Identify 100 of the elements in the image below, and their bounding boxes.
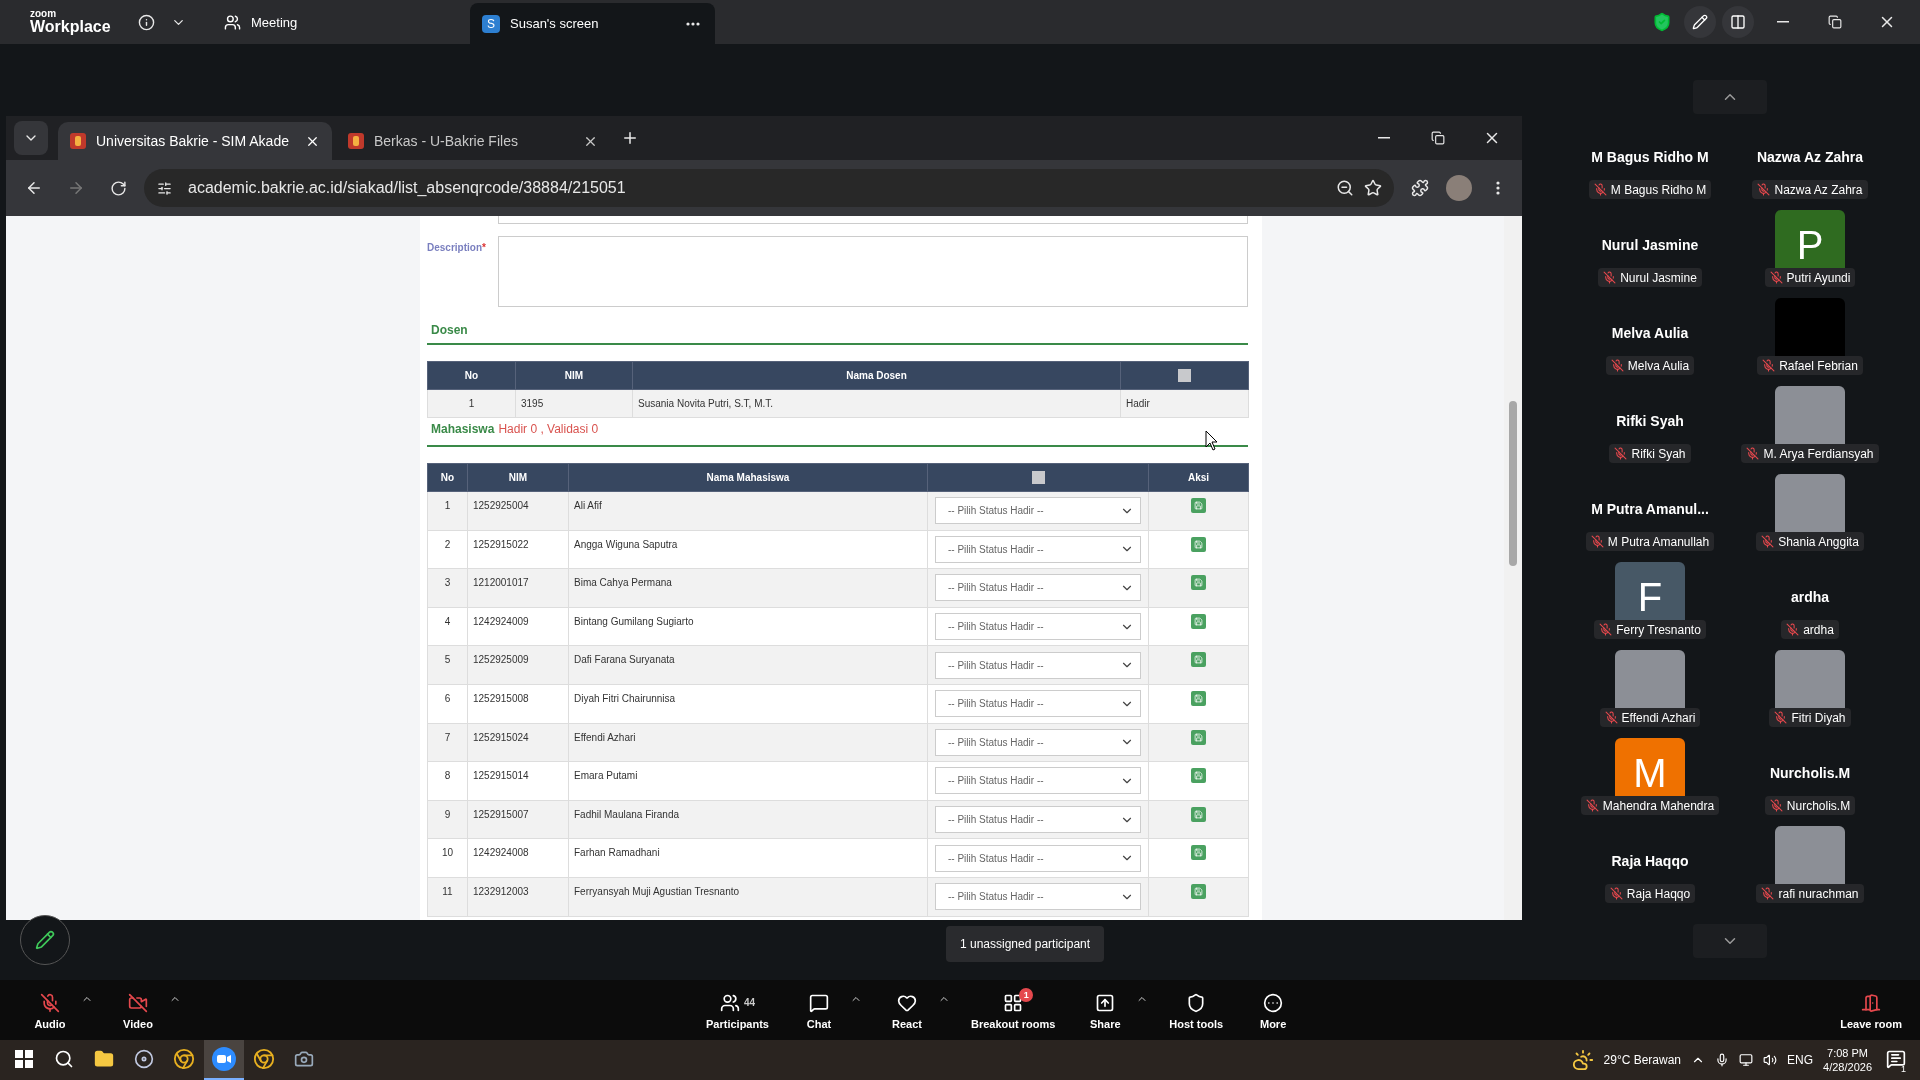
table-cell: 7 xyxy=(427,723,468,762)
table-cell: 1232912003 xyxy=(467,877,569,917)
table-cell: Bima Cahya Permana xyxy=(568,568,928,608)
save-button[interactable] xyxy=(1191,613,1206,629)
table-cell: Farhan Ramadhani xyxy=(568,838,928,878)
volume-icon[interactable] xyxy=(1763,1053,1778,1067)
participants-button[interactable]: 44 Participants xyxy=(700,986,775,1034)
share-button[interactable]: Share xyxy=(1075,986,1136,1034)
save-button[interactable] xyxy=(1191,690,1206,706)
restore-icon xyxy=(1431,131,1445,145)
muted-mic-icon xyxy=(40,992,60,1013)
status-select[interactable]: -- Pilih Status Hadir -- xyxy=(935,613,1141,641)
address-bar[interactable]: academic.bakrie.ac.id/siakad/list_absenqrcode/38884/215051 xyxy=(144,169,1394,207)
table-cell: 10 xyxy=(427,838,468,878)
save-button[interactable] xyxy=(1191,845,1206,861)
table-cell: 1252925009 xyxy=(467,645,569,685)
column-header: NIM xyxy=(467,463,569,492)
checkbox[interactable] xyxy=(1031,471,1045,484)
chat-button[interactable]: Chat xyxy=(788,986,849,1034)
video-button[interactable]: Video xyxy=(108,986,168,1034)
favicon-icon xyxy=(348,133,364,149)
participant-name: Raja Haqqo xyxy=(1611,853,1689,869)
participant-name: Nurul Jasmine xyxy=(1601,237,1699,253)
screen-share-tab[interactable]: S Susan's screen xyxy=(470,3,715,44)
more-icon xyxy=(686,21,700,26)
plus-icon xyxy=(621,129,639,147)
table-cell: 1 xyxy=(427,491,468,531)
layout-icon xyxy=(1730,14,1746,30)
participant-name: Nurcholis.M xyxy=(1769,765,1851,781)
table-cell: 1242924009 xyxy=(467,607,569,646)
browser-icon xyxy=(173,1048,195,1070)
status-select[interactable]: -- Pilih Status Hadir -- xyxy=(935,806,1141,834)
breakout-button[interactable]: Breakout rooms 1 xyxy=(964,986,1062,1034)
column-header: NIM xyxy=(515,361,633,390)
browser-tab[interactable]: Berkas - U-Bakrie Files xyxy=(336,122,610,160)
save-button[interactable] xyxy=(1191,883,1206,899)
save-button[interactable] xyxy=(1191,729,1206,745)
save-button[interactable] xyxy=(1191,806,1206,822)
host-button[interactable]: Host tools xyxy=(1163,986,1230,1034)
profile-avatar[interactable] xyxy=(1446,175,1472,201)
table-cell: Bintang Gumilang Sugiarto xyxy=(568,607,928,646)
save-button[interactable] xyxy=(1191,652,1206,668)
shield-check-icon xyxy=(1652,12,1672,32)
status-select[interactable]: -- Pilih Status Hadir -- xyxy=(935,497,1141,525)
participant-label: Nazwa Az Zahra xyxy=(1774,182,1863,197)
reload-icon xyxy=(109,179,127,197)
save-button[interactable] xyxy=(1191,768,1206,784)
save-button[interactable] xyxy=(1191,575,1206,591)
leave-button[interactable]: Leave room xyxy=(1834,986,1908,1034)
scrollbar[interactable] xyxy=(1504,216,1522,920)
column-header: Aksi xyxy=(1148,463,1249,492)
browser-tab[interactable]: Universitas Bakrie - SIM Akade xyxy=(58,122,332,160)
participant-label: Melva Aulia xyxy=(1627,358,1690,373)
status-select[interactable]: -- Pilih Status Hadir -- xyxy=(935,535,1141,563)
table-cell: 9 xyxy=(427,800,468,839)
status-select[interactable]: -- Pilih Status Hadir -- xyxy=(935,690,1141,718)
table-cell: 6 xyxy=(427,684,468,724)
star-icon[interactable] xyxy=(1364,179,1382,197)
annotate-button[interactable] xyxy=(20,915,70,965)
tab-label: Susan's screen xyxy=(510,16,600,31)
windows-icon xyxy=(15,1050,33,1068)
participant-label: Shania Anggita xyxy=(1778,534,1859,549)
input-field[interactable] xyxy=(498,216,1248,224)
meeting-tab[interactable]: Meeting xyxy=(218,9,304,35)
status-select[interactable]: -- Pilih Status Hadir -- xyxy=(935,767,1141,795)
zoom-out-icon[interactable] xyxy=(1336,179,1354,197)
participant-count: 44 xyxy=(743,997,756,1008)
door-icon xyxy=(1861,992,1882,1013)
participant-label: rafi nurachman xyxy=(1778,886,1859,901)
tab-title: Berkas - U-Bakrie Files xyxy=(374,133,519,149)
tab-list-button[interactable] xyxy=(14,121,48,155)
status-select[interactable]: -- Pilih Status Hadir -- xyxy=(935,574,1141,602)
audio-button[interactable]: Audio xyxy=(20,986,80,1034)
status-select[interactable]: -- Pilih Status Hadir -- xyxy=(935,728,1141,756)
layout-button[interactable] xyxy=(1722,6,1754,38)
participant-label: ardha xyxy=(1803,622,1834,637)
taskbar-app[interactable] xyxy=(204,1040,244,1080)
folder-icon xyxy=(94,1049,114,1069)
mic-icon[interactable] xyxy=(1715,1053,1730,1067)
more-button[interactable]: More xyxy=(1243,986,1304,1034)
status-select[interactable]: -- Pilih Status Hadir -- xyxy=(935,883,1141,911)
disc-icon xyxy=(134,1049,154,1069)
annotate-button[interactable] xyxy=(1684,6,1716,38)
save-button[interactable] xyxy=(1191,536,1206,552)
table-cell: 1252915007 xyxy=(467,800,569,839)
checkbox[interactable] xyxy=(1178,369,1191,382)
notifications-button[interactable]: 1 xyxy=(1882,1045,1912,1075)
participant-name: Melva Aulia xyxy=(1611,325,1689,341)
description-field[interactable] xyxy=(498,236,1248,307)
participant-label: M. Arya Ferdiansyah xyxy=(1763,446,1874,461)
section-heading: Mahasiswa xyxy=(431,422,495,436)
app-logo: zoom Workplace xyxy=(30,9,112,35)
table-cell: Dafi Farana Suryanata xyxy=(568,645,928,685)
heart-icon xyxy=(896,992,917,1013)
react-button[interactable]: React xyxy=(876,986,937,1034)
language-indicator[interactable]: ENG xyxy=(1787,1053,1814,1067)
network-icon[interactable] xyxy=(1739,1053,1754,1067)
status-select[interactable]: -- Pilih Status Hadir -- xyxy=(935,651,1141,679)
status-select[interactable]: -- Pilih Status Hadir -- xyxy=(935,844,1141,872)
clock[interactable]: 7:08 PM 4/28/2026 xyxy=(1823,1045,1872,1075)
